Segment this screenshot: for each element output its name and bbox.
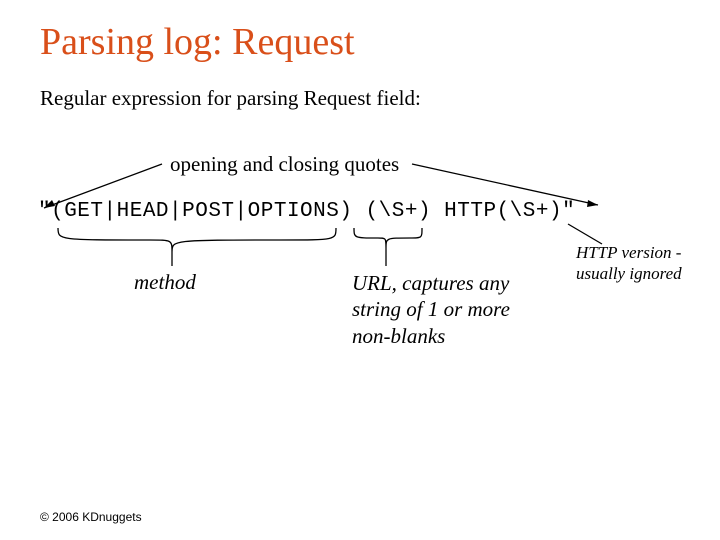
page-title: Parsing log: Request [40,20,680,64]
regex-code: "(GET|HEAD|POST|OPTIONS) (\S+) HTTP(\S+)… [38,200,575,223]
copyright-footer: © 2006 KDnuggets [40,510,142,524]
method-annotation: method [134,270,196,295]
subtitle-text: Regular expression for parsing Request f… [40,86,680,111]
http-annotation: HTTP version - usually ignored [576,242,706,285]
url-annotation: URL, captures any string of 1 or more no… [352,270,542,349]
quotes-annotation: opening and closing quotes [170,152,399,177]
